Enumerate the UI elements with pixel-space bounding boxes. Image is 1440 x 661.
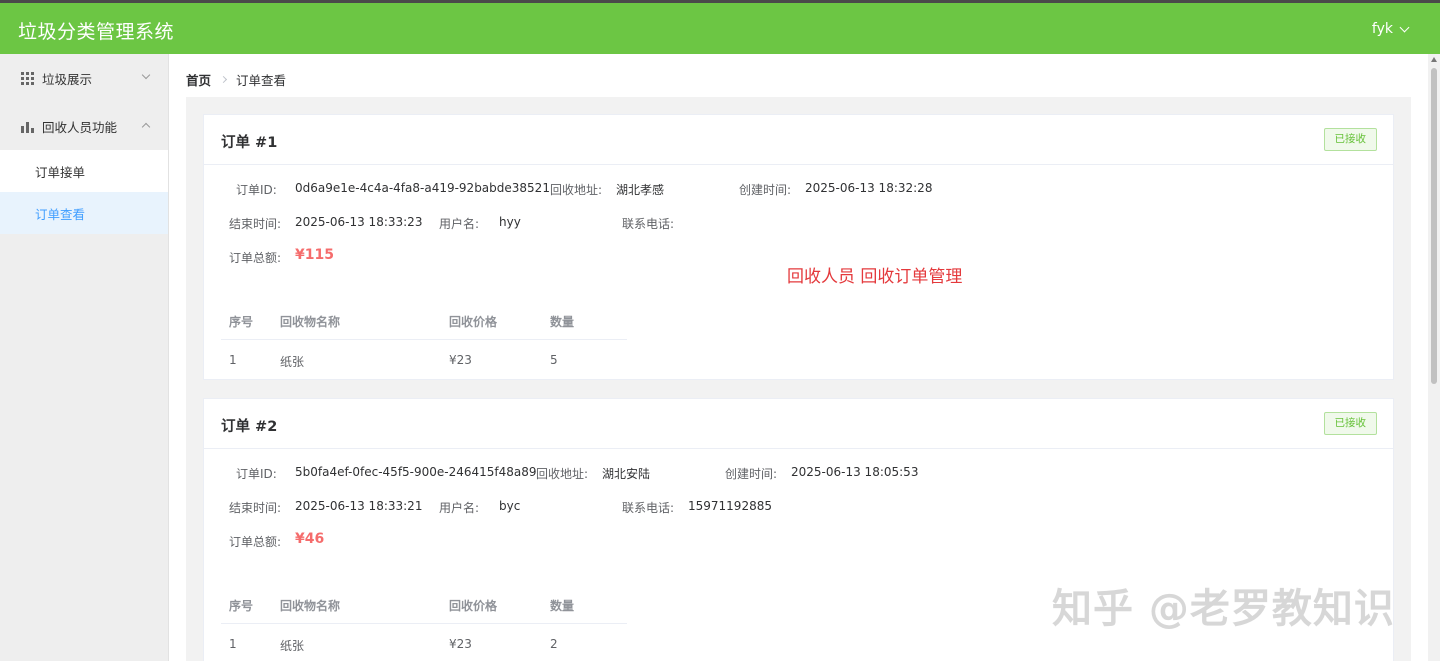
phone-label: 联系电话: — [622, 217, 675, 231]
ended-value: 2025-06-13 18:33:21 — [295, 499, 423, 513]
address-value: 湖北孝感 — [616, 183, 665, 197]
sidebar-item-order-view[interactable]: 订单查看 — [0, 192, 168, 234]
address-label: 回收地址: — [536, 467, 589, 481]
order-title: 订单 #1 — [221, 135, 278, 151]
column-header: 回收价格 — [449, 599, 498, 613]
ended-label: 结束时间: — [229, 501, 282, 515]
table-header-row: 序号 回收物名称 回收价格 数量 — [221, 300, 627, 340]
column-header: 回收物名称 — [280, 599, 341, 613]
cell-price: ¥23 — [449, 637, 472, 651]
phone-value: 15971192885 — [688, 499, 772, 513]
chevron-up-icon — [141, 122, 151, 132]
order-items-table: 序号 回收物名称 回收价格 数量 1 纸张 ¥23 5 — [221, 300, 627, 380]
created-value: 2025-06-13 18:05:53 — [791, 465, 919, 479]
order-card: 订单 #1 已接收 订单ID: 0d6a9e1e-4c4a-4fa8-a419-… — [203, 114, 1394, 380]
table-row: 1 纸张 ¥23 5 — [221, 340, 627, 380]
column-header: 数量 — [550, 599, 575, 613]
created-label: 创建时间: — [739, 183, 792, 197]
order-title: 订单 #2 — [221, 419, 278, 435]
order-id-label: 订单ID: — [236, 467, 277, 481]
total-label: 订单总额: — [229, 535, 282, 549]
scroll-up-icon[interactable] — [1431, 57, 1437, 62]
watermark: 知乎 @老罗教知识 — [1052, 586, 1395, 632]
scrollbar-thumb[interactable] — [1431, 68, 1437, 384]
status-badge: 已接收 — [1323, 128, 1377, 151]
user-menu[interactable]: fyk — [1371, 21, 1410, 37]
column-header: 回收物名称 — [280, 315, 341, 329]
created-value: 2025-06-13 18:32:28 — [805, 181, 933, 195]
breadcrumb-current: 订单查看 — [236, 73, 287, 88]
ended-label: 结束时间: — [229, 217, 282, 231]
order-id-label: 订单ID: — [236, 183, 277, 197]
sidebar-item-label: 订单查看 — [35, 206, 86, 222]
table-header-row: 序号 回收物名称 回收价格 数量 — [221, 584, 627, 624]
sidebar-group-label: 回收人员功能 — [42, 119, 118, 135]
table-row: 1 纸张 ¥23 2 — [221, 624, 627, 661]
cell-name: 纸张 — [280, 355, 305, 369]
cell-no: 1 — [229, 637, 237, 651]
order-id-value: 0d6a9e1e-4c4a-4fa8-a419-92babde38521 — [295, 181, 550, 195]
vertical-scrollbar[interactable] — [1428, 54, 1440, 661]
chevron-down-icon — [141, 70, 151, 80]
chevron-right-icon — [219, 75, 228, 84]
grid-icon — [21, 71, 34, 85]
column-header: 回收价格 — [449, 315, 498, 329]
sidebar-group-garbage-display[interactable]: 垃圾展示 — [0, 54, 168, 102]
breadcrumb: 首页 订单查看 — [186, 70, 286, 89]
app-title: 垃圾分类管理系统 — [18, 21, 175, 43]
order-items-table: 序号 回收物名称 回收价格 数量 1 纸张 ¥23 2 — [221, 584, 627, 661]
phone-label: 联系电话: — [622, 501, 675, 515]
status-badge: 已接收 — [1323, 412, 1377, 435]
cell-price: ¥23 — [449, 353, 472, 367]
order-card-header: 订单 #2 已接收 — [204, 399, 1393, 449]
total-label: 订单总额: — [229, 251, 282, 265]
cell-no: 1 — [229, 353, 237, 367]
column-header: 序号 — [229, 315, 254, 329]
username-label: fyk — [1371, 21, 1393, 37]
username-value: hyy — [499, 215, 521, 229]
order-id-value: 5b0fa4ef-0fec-45f5-900e-246415f48a89 — [295, 465, 537, 479]
address-value: 湖北安陆 — [602, 467, 651, 481]
order-card-header: 订单 #1 已接收 — [204, 115, 1393, 165]
total-value: ¥46 — [295, 531, 325, 547]
chevron-down-icon — [1399, 22, 1410, 32]
app-header: 垃圾分类管理系统 fyk — [0, 3, 1440, 54]
cell-qty: 2 — [550, 637, 558, 651]
caption-overlay: 回收人员 回收订单管理 — [787, 267, 963, 287]
column-header: 序号 — [229, 599, 254, 613]
username-label: 用户名: — [439, 217, 480, 231]
breadcrumb-home[interactable]: 首页 — [186, 70, 211, 89]
created-label: 创建时间: — [725, 467, 778, 481]
total-value: ¥115 — [295, 247, 334, 263]
address-label: 回收地址: — [550, 183, 603, 197]
username-label: 用户名: — [439, 501, 480, 515]
column-header: 数量 — [550, 315, 575, 329]
sidebar: 垃圾展示 回收人员功能 订单接单 订单查看 — [0, 54, 169, 661]
username-value: byc — [499, 499, 521, 513]
sidebar-item-order-accept[interactable]: 订单接单 — [0, 150, 168, 192]
cell-qty: 5 — [550, 353, 558, 367]
sidebar-group-label: 垃圾展示 — [42, 71, 93, 87]
sidebar-group-recycler-functions[interactable]: 回收人员功能 — [0, 102, 168, 150]
sidebar-item-label: 订单接单 — [35, 164, 86, 180]
cell-name: 纸张 — [280, 639, 305, 653]
submenu: 订单接单 订单查看 — [0, 150, 168, 234]
bar-chart-icon — [21, 121, 34, 133]
ended-value: 2025-06-13 18:33:23 — [295, 215, 423, 229]
